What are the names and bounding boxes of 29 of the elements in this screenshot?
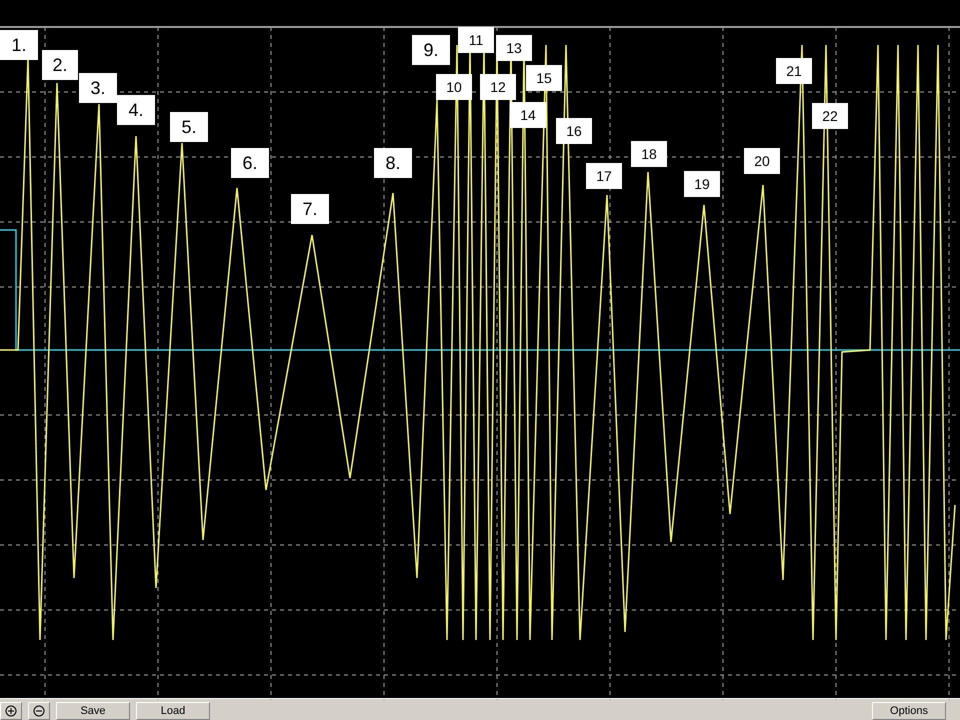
peak-label: 16 — [556, 118, 592, 144]
peak-label: 13 — [496, 35, 532, 61]
peak-label: 10 — [436, 74, 472, 100]
peak-label: 19 — [684, 171, 720, 197]
peak-label: 22 — [812, 103, 848, 129]
peak-label: 2. — [42, 50, 78, 80]
peak-label: 6. — [231, 148, 269, 178]
peak-label: 9. — [412, 35, 450, 65]
peak-label: 11 — [458, 27, 494, 53]
toolbar-button[interactable]: Options — [872, 702, 946, 720]
zoom-in-button[interactable] — [0, 702, 22, 720]
peak-label: 12 — [480, 74, 516, 100]
peak-label: 15 — [526, 65, 562, 91]
peak-label: 5. — [170, 112, 208, 142]
peak-label: 20 — [744, 148, 780, 174]
peak-label: 14 — [510, 102, 546, 128]
peak-label: 1. — [0, 30, 38, 60]
peak-label: 21 — [776, 58, 812, 84]
zoom-out-button[interactable] — [28, 702, 50, 720]
zoom-out-icon — [33, 705, 45, 717]
peak-label: 18 — [631, 141, 667, 167]
zoom-in-icon — [5, 705, 17, 717]
peak-label: 17 — [586, 163, 622, 189]
peak-label: 3. — [79, 73, 117, 103]
toolbar-button[interactable]: Load — [136, 702, 210, 720]
peak-label: 4. — [117, 95, 155, 125]
toolbar-button[interactable]: Save — [56, 702, 130, 720]
peak-label: 7. — [291, 194, 329, 224]
peak-label: 8. — [374, 148, 412, 178]
